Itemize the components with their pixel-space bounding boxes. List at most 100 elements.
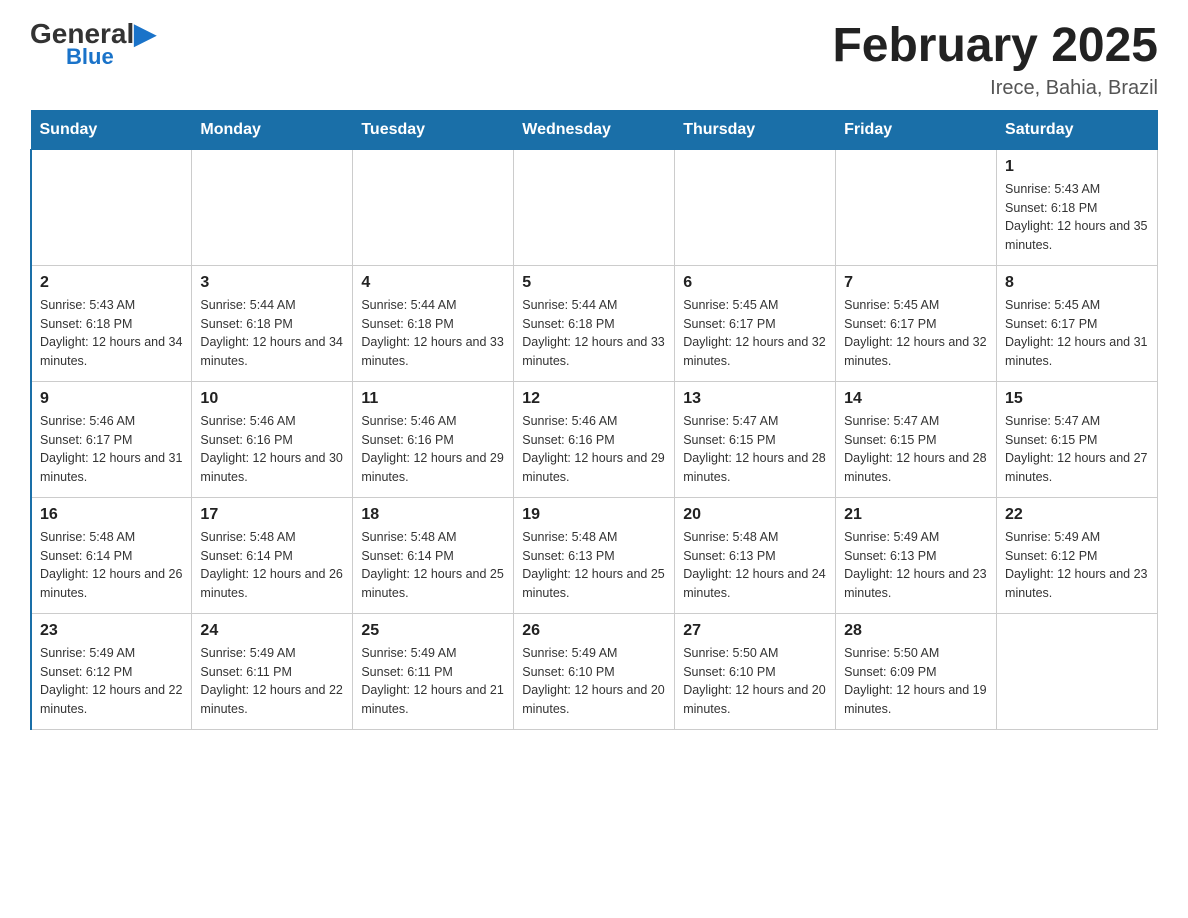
sunset-text: Sunset: 6:13 PM: [522, 549, 614, 563]
table-row: 9Sunrise: 5:46 AMSunset: 6:17 PMDaylight…: [31, 381, 192, 497]
sunrise-text: Sunrise: 5:49 AM: [522, 646, 617, 660]
day-number: 16: [40, 506, 183, 524]
daylight-text: Daylight: 12 hours and 29 minutes.: [361, 451, 503, 484]
day-info: Sunrise: 5:45 AMSunset: 6:17 PMDaylight:…: [683, 296, 827, 371]
sunrise-text: Sunrise: 5:49 AM: [200, 646, 295, 660]
day-info: Sunrise: 5:49 AM Sunset: 6:11 PM Daylight:…: [200, 644, 344, 719]
table-row: 12 Sunrise: 5:46 AM Sunset: 6:16 PM Dayligh…: [514, 381, 675, 497]
table-row: 20Sunrise: 5:48 AMSunset: 6:13 PMDayligh…: [675, 497, 836, 613]
table-row: 19Sunrise: 5:48 AMSunset: 6:13 PMDayligh…: [514, 497, 675, 613]
calendar-header-row: Sunday Monday Tuesday Wednesday Thursday…: [31, 110, 1158, 149]
day-number: 3: [200, 274, 344, 292]
day-number: 11: [361, 390, 505, 408]
day-number: 15: [1005, 390, 1149, 408]
sunrise-text: Sunrise: 5:47 AM: [683, 414, 778, 428]
table-row: [675, 149, 836, 265]
calendar-week-row: 9Sunrise: 5:46 AMSunset: 6:17 PMDaylight…: [31, 381, 1158, 497]
sunset-text: Sunset: 6:14 PM: [40, 549, 132, 563]
day-info: Sunrise: 5:48 AMSunset: 6:13 PMDaylight:…: [683, 528, 827, 603]
table-row: [997, 613, 1158, 729]
daylight-text: Daylight: 12 hours and 23 minutes.: [1005, 567, 1147, 600]
sunset-text: Sunset: 6:12 PM: [40, 665, 132, 679]
header-thursday: Thursday: [675, 110, 836, 149]
table-row: 18Sunrise: 5:48 AMSunset: 6:14 PMDayligh…: [353, 497, 514, 613]
day-info: Sunrise: 5:45 AMSunset: 6:17 PMDaylight:…: [1005, 296, 1149, 371]
daylight-text: Daylight: 12 hours and 25 minutes.: [522, 567, 664, 600]
day-info: Sunrise: 5:48 AMSunset: 6:14 PMDaylight:…: [200, 528, 344, 603]
logo-blue: Blue: [66, 44, 114, 70]
page-header: General▶ Blue February 2025 Irece, Bahia…: [30, 20, 1158, 100]
sunset-text: Sunset: 6:10 PM: [522, 665, 614, 679]
table-row: 10Sunrise: 5:46 AMSunset: 6:16 PMDayligh…: [192, 381, 353, 497]
daylight-text: Daylight: 12 hours and 26 minutes.: [40, 567, 182, 600]
table-row: 13 Sunrise: 5:47 AMSunset: 6:15 PMDayligh…: [675, 381, 836, 497]
calendar-subtitle: Irece, Bahia, Brazil: [832, 77, 1158, 100]
sunset-text: Sunset: 6:11 PM: [200, 665, 292, 679]
daylight-text: Daylight: 12 hours and 29 minutes.: [522, 451, 664, 484]
sunrise-text: Sunrise: 5:46 AM: [361, 414, 456, 428]
sunrise-text: Sunrise: 5:46 AM: [522, 414, 617, 428]
day-info: Sunrise: 5:49 AMSunset: 6:10 PMDaylight:…: [522, 644, 666, 719]
table-row: 25Sunrise: 5:49 AMSunset: 6:11 PMDayligh…: [353, 613, 514, 729]
daylight-text: Daylight: 12 hours and 34 minutes.: [200, 335, 342, 368]
sunrise-text: Sunrise: 5:49 AM: [844, 530, 939, 544]
day-info: Sunrise: 5:44 AMSunset: 6:18 PMDaylight:…: [200, 296, 344, 371]
sunset-text: Sunset: 6:13 PM: [844, 549, 936, 563]
daylight-text: Daylight: 12 hours and 26 minutes.: [200, 567, 342, 600]
table-row: 24Sunrise: 5:49 AMSunset: 6:11 PMDayligh…: [192, 613, 353, 729]
day-info: Sunrise: 5:46 AMSunset: 6:16 PMDaylight:…: [361, 412, 505, 487]
sunset-text: Sunset: 6:18 PM: [522, 317, 614, 331]
calendar-title: February 2025: [832, 20, 1158, 73]
day-info: Sunrise: 5:49 AMSunset: 6:12 PMDaylight:…: [1005, 528, 1149, 603]
daylight-text: Daylight: 12 hours and 22 minutes.: [40, 683, 182, 716]
day-info: Sunrise: 5:48 AMSunset: 6:13 PMDaylight:…: [522, 528, 666, 603]
day-info: Sunrise: 5:45 AMSunset: 6:17 PMDaylight:…: [844, 296, 988, 371]
day-number: 17: [200, 506, 344, 524]
daylight-text: Daylight: 12 hours and 30 minutes.: [200, 451, 342, 484]
sunrise-text: Sunrise: 5:49 AM: [1005, 530, 1100, 544]
table-row: 1Sunrise: 5:43 AMSunset: 6:18 PMDaylight…: [997, 149, 1158, 265]
sunrise-text: Sunrise: 5:48 AM: [40, 530, 135, 544]
table-row: 8Sunrise: 5:45 AMSunset: 6:17 PMDaylight…: [997, 265, 1158, 381]
table-row: 27Sunrise: 5:50 AMSunset: 6:10 PMDayligh…: [675, 613, 836, 729]
day-number: 4: [361, 274, 505, 292]
sunrise-text: Sunrise: 5:48 AM: [683, 530, 778, 544]
sunrise-text: Sunrise: 5:47 AM: [1005, 414, 1100, 428]
day-number: 22: [1005, 506, 1149, 524]
header-monday: Monday: [192, 110, 353, 149]
sunrise-text: Sunrise: 5:44 AM: [522, 298, 617, 312]
day-number: 12: [522, 390, 666, 408]
table-row: [353, 149, 514, 265]
day-info: Sunrise: 5:47 AMSunset: 6:15 PMDaylight:…: [844, 412, 988, 487]
day-number: 14: [844, 390, 988, 408]
sunrise-text: Sunrise: 5:45 AM: [683, 298, 778, 312]
sunrise-text: Sunrise: 5:47 AM: [844, 414, 939, 428]
day-info: Sunrise: 5:44 AMSunset: 6:18 PMDaylight:…: [522, 296, 666, 371]
sunset-text: Sunset: 6:09 PM: [844, 665, 936, 679]
table-row: [192, 149, 353, 265]
table-row: [836, 149, 997, 265]
day-number: 13: [683, 390, 827, 408]
logo-triangle-icon: ▶: [134, 18, 156, 49]
daylight-text: Daylight: 12 hours and 23 minutes.: [844, 567, 986, 600]
day-info: Sunrise: 5:43 AMSunset: 6:18 PMDaylight:…: [1005, 180, 1149, 255]
day-number: 28: [844, 622, 988, 640]
sunrise-text: Sunrise: 5:45 AM: [844, 298, 939, 312]
sunset-text: Sunset: 6:14 PM: [361, 549, 453, 563]
daylight-text: Daylight: 12 hours and 22 minutes.: [200, 683, 342, 716]
table-row: 4Sunrise: 5:44 AMSunset: 6:18 PMDaylight…: [353, 265, 514, 381]
sunset-text: Sunset: 6:17 PM: [40, 433, 132, 447]
table-row: [514, 149, 675, 265]
day-info: Sunrise: 5:47 AMSunset: 6:15 PMDaylight:…: [683, 412, 827, 487]
sunrise-text: Sunrise: 5:49 AM: [361, 646, 456, 660]
sunset-text: Sunset: 6:10 PM: [683, 665, 775, 679]
table-row: 7Sunrise: 5:45 AMSunset: 6:17 PMDaylight…: [836, 265, 997, 381]
daylight-text: Daylight: 12 hours and 19 minutes.: [844, 683, 986, 716]
table-row: 28Sunrise: 5:50 AMSunset: 6:09 PMDayligh…: [836, 613, 997, 729]
day-info: Sunrise: 5:46 AMSunset: 6:17 PMDaylight:…: [40, 412, 183, 487]
sunset-text: Sunset: 6:16 PM: [200, 433, 292, 447]
day-info: Sunrise: 5:49 AMSunset: 6:11 PMDaylight:…: [361, 644, 505, 719]
daylight-text: Daylight: 12 hours and 21 minutes.: [361, 683, 503, 716]
sunset-text: Sunset: 6:16 PM: [522, 433, 614, 447]
table-row: 26Sunrise: 5:49 AMSunset: 6:10 PMDayligh…: [514, 613, 675, 729]
